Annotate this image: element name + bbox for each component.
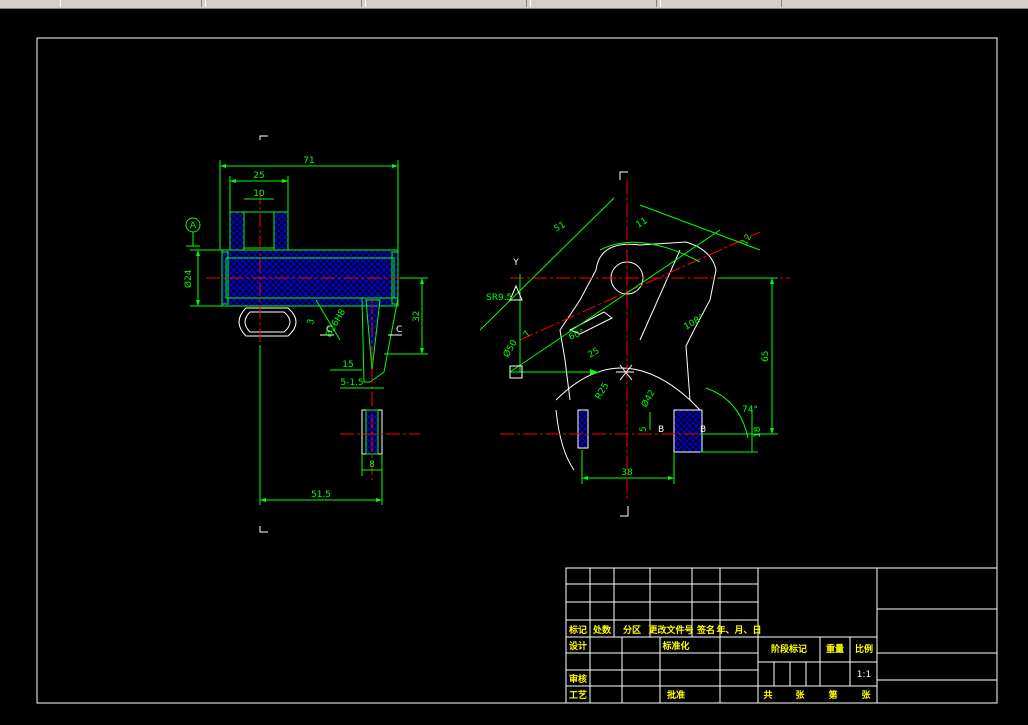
boss-slot — [243, 211, 275, 249]
tb-stage-mark: 阶段标记 — [771, 643, 807, 655]
boss-wall-right — [273, 211, 289, 251]
dim-18: 18 — [753, 426, 763, 438]
tb-weight: 重量 — [826, 643, 844, 655]
section-corner — [619, 171, 628, 180]
tb-scale-label: 比例 — [855, 643, 873, 655]
fork-tip-right — [673, 409, 703, 453]
section-mark-b: B — [700, 425, 706, 435]
tb-scale-value: 1:1 — [857, 670, 871, 680]
tb-total: 共 — [763, 689, 772, 701]
boss-wall-left — [229, 211, 245, 251]
cad-drawing-canvas[interactable]: A C C 71 25 10 Ø24 32 15 5-1.5 8 51.5 3 … — [0, 9, 1028, 725]
dim-bore: Ø26H8 — [323, 307, 348, 340]
tb-mark: 标记 — [568, 624, 587, 636]
tb-page-unit: 张 — [861, 689, 871, 701]
toolbar-tab[interactable] — [530, 0, 657, 7]
section-corner — [259, 526, 268, 533]
fork-tip-left — [577, 409, 589, 449]
toolbar-tab[interactable] — [205, 0, 362, 7]
dim-d42: Ø42 — [639, 388, 658, 410]
dim-height-32: 32 — [412, 311, 422, 322]
dim-overall-width: 71 — [303, 156, 314, 166]
dim-65: 65 — [761, 351, 771, 362]
dim-diameter: Ø24 — [183, 269, 194, 288]
dim-width-10: 10 — [253, 189, 265, 199]
dim-51: 51 — [553, 220, 568, 234]
section-mark-c: C — [396, 325, 402, 335]
dim-width-25: 25 — [253, 171, 264, 181]
section-corner — [620, 506, 629, 517]
tb-process: 工艺 — [569, 689, 587, 701]
left-view: A C C 71 25 10 Ø24 32 15 5-1.5 8 51.5 3 … — [183, 135, 428, 533]
tb-review: 审核 — [569, 673, 587, 685]
toolbar-strip — [0, 0, 1028, 9]
dim-51-5: 51.5 — [311, 490, 331, 500]
dim-r25: R25 — [594, 381, 612, 401]
dim-11: 11 — [635, 216, 650, 230]
tb-count: 处数 — [592, 624, 612, 636]
toolbar-tab[interactable] — [660, 0, 782, 7]
dim-5: 5 — [639, 426, 649, 432]
dim-8: 8 — [369, 460, 375, 470]
tb-sheet-unit: 张 — [795, 689, 805, 701]
tb-date: 年、月、日 — [716, 624, 761, 636]
dim-3: 3 — [306, 318, 317, 325]
axis-label-y: Y — [512, 258, 519, 268]
dim-25: 25 — [587, 346, 602, 360]
dim-5-15: 5-1.5 — [340, 378, 363, 388]
dim-15: 15 — [342, 360, 353, 370]
section-corner — [259, 135, 268, 140]
dim-38: 38 — [621, 468, 633, 478]
tb-design: 设计 — [569, 640, 587, 652]
drawing-border — [36, 37, 998, 704]
toolbar-tab[interactable] — [60, 0, 202, 7]
lower-lug-inner — [244, 311, 291, 333]
tb-sign: 签名 — [696, 624, 715, 636]
dim-sr: SR9.5 — [486, 293, 512, 303]
right-view: Y B B 51 11 12 SR9.5 Ø50 25 60° R25 Ø42 … — [479, 171, 790, 517]
dim-12: 12 — [740, 233, 754, 248]
tb-approve: 批准 — [667, 689, 685, 701]
dim-74: 74° — [742, 405, 758, 415]
tb-page: 第 — [828, 689, 837, 701]
tb-standardize: 标准化 — [661, 640, 689, 652]
tb-change-doc: 更改文件号 — [648, 624, 693, 636]
tb-zone: 分区 — [623, 624, 641, 636]
fork-arm-section — [365, 299, 381, 371]
toolbar-tab[interactable] — [365, 0, 527, 7]
dim-d50: Ø50 — [501, 338, 520, 360]
section-mark-b: B — [658, 425, 664, 435]
datum-label: A — [190, 221, 197, 231]
